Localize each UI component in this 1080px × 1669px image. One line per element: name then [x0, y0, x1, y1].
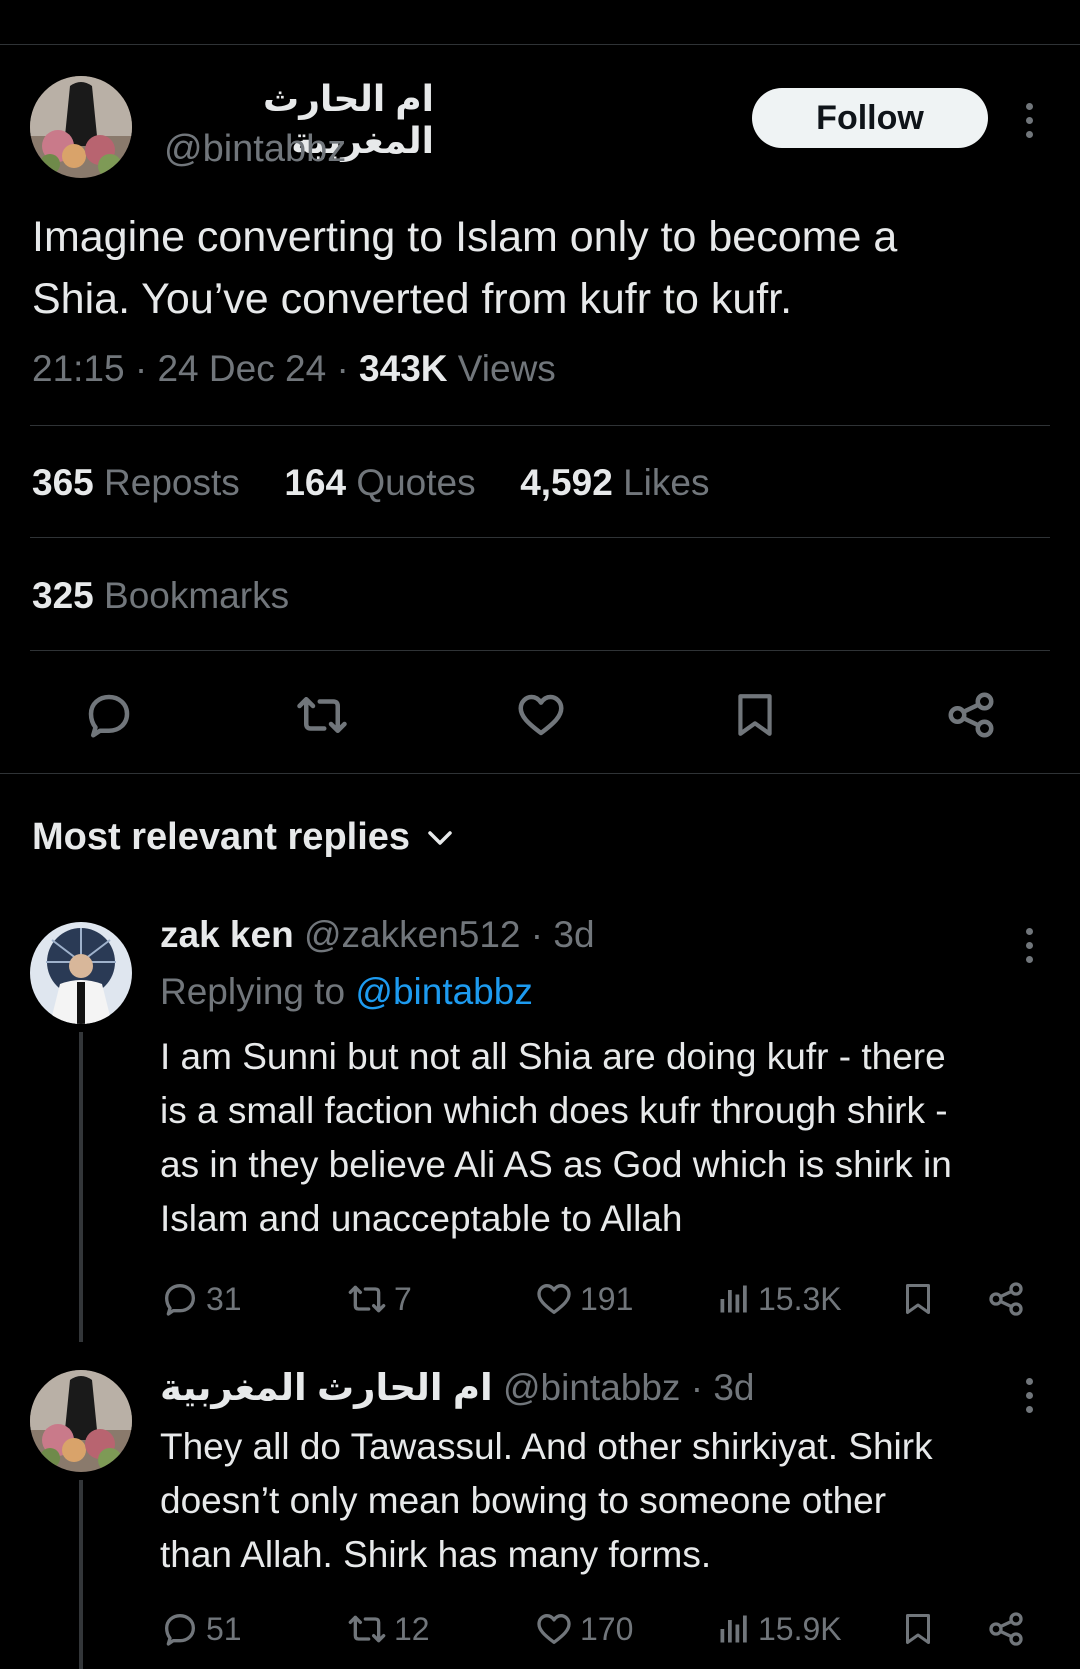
quotes-stat[interactable]: 164 Quotes	[284, 462, 475, 503]
tweet-meta: 21:15 · 24 Dec 24 · 343K Views	[32, 348, 556, 390]
reply-icon[interactable]	[82, 688, 136, 742]
tweet-time[interactable]: 21:15	[32, 348, 125, 389]
engagement-stats: 365 Reposts 164 Quotes 4,592 Likes	[32, 462, 709, 504]
reply-text-line: Islam and unacceptable to Allah	[160, 1198, 683, 1239]
reply-header: zak ken @zakken512 · 3d	[160, 914, 595, 956]
section-divider	[0, 773, 1080, 774]
likes-count: 4,592	[520, 462, 613, 503]
share-icon[interactable]	[986, 1279, 1026, 1319]
views-button[interactable]: 15.9K	[716, 1609, 842, 1649]
author-avatar[interactable]	[30, 76, 132, 178]
reply-thread-line	[79, 1480, 83, 1669]
heart-icon	[537, 1614, 571, 1644]
reply-text: They all do Tawassul. And other shirkiya…	[160, 1420, 1060, 1582]
repost-count: 12	[394, 1610, 430, 1647]
tweet-text-line: Shia. You’ve converted from kufr to kufr…	[32, 275, 793, 323]
reply-thread-line	[79, 1032, 83, 1342]
meta-separator: ·	[336, 348, 349, 389]
reply-avatar[interactable]	[30, 1370, 132, 1472]
reply-text-line: doesn’t only mean bowing to someone othe…	[160, 1480, 887, 1521]
reposts-label: Reposts	[104, 462, 240, 503]
replying-to-prefix: Replying to	[160, 971, 346, 1012]
tweet-text-line: Imagine converting to Islam only to beco…	[32, 213, 898, 261]
bookmark-icon[interactable]	[730, 688, 780, 742]
view-count: 15.9K	[758, 1610, 842, 1647]
replying-to: Replying to @bintabbz	[160, 971, 533, 1013]
replying-to-handle[interactable]: @bintabbz	[355, 971, 532, 1012]
reposts-count: 365	[32, 462, 94, 503]
reply-header: ام الحارث المغربية @bintabbz · 3d	[160, 1366, 754, 1409]
repost-count: 7	[394, 1280, 412, 1317]
tweet-date[interactable]: 24 Dec 24	[157, 348, 326, 389]
views-label: Views	[457, 348, 556, 389]
view-count: 15.3K	[758, 1280, 842, 1317]
reply-text-line: I am Sunni but not all Shia are doing ku…	[160, 1036, 946, 1077]
share-icon[interactable]	[944, 688, 998, 742]
retweet-icon[interactable]	[294, 688, 350, 742]
reply-text-line: as in they believe Ali AS as God which i…	[160, 1144, 952, 1185]
reply-button[interactable]: 51	[160, 1609, 242, 1649]
retweet-icon	[348, 1285, 386, 1313]
views-count: 343K	[359, 348, 448, 389]
share-icon[interactable]	[986, 1609, 1026, 1649]
bookmarks-label: Bookmarks	[104, 575, 290, 616]
repost-button[interactable]: 12	[346, 1609, 430, 1649]
divider	[30, 650, 1050, 651]
likes-label: Likes	[623, 462, 710, 503]
meta-separator: ·	[134, 348, 148, 389]
top-divider	[0, 44, 1080, 45]
divider	[30, 537, 1050, 538]
bookmarks-stat[interactable]: 325 Bookmarks	[32, 575, 289, 617]
reply-count: 31	[206, 1280, 242, 1317]
reply-icon	[165, 1284, 195, 1316]
reply-text-line: They all do Tawassul. And other shirkiya…	[160, 1426, 933, 1467]
likes-stat[interactable]: 4,592 Likes	[520, 462, 709, 503]
reply-text-line: than Allah. Shirk has many forms.	[160, 1534, 712, 1575]
reply-display-name[interactable]: ام الحارث المغربية	[160, 1367, 493, 1408]
bookmark-icon[interactable]	[900, 1608, 936, 1650]
more-options-icon[interactable]	[1014, 103, 1044, 138]
reply-time[interactable]: · 3d	[531, 914, 595, 955]
views-button[interactable]: 15.3K	[716, 1279, 842, 1319]
heart-icon	[537, 1284, 571, 1314]
reply-display-name[interactable]: zak ken	[160, 914, 294, 955]
reply-handle[interactable]: @bintabbz	[503, 1367, 680, 1408]
reply-more-options-icon[interactable]	[1014, 928, 1044, 963]
retweet-icon	[348, 1615, 386, 1643]
reply-text: I am Sunni but not all Shia are doing ku…	[160, 1030, 1060, 1246]
like-button[interactable]: 191	[534, 1279, 633, 1319]
reply-text-line: is a small faction which does kufr throu…	[160, 1090, 948, 1131]
author-handle[interactable]: @bintabbz	[164, 128, 346, 171]
heart-icon[interactable]	[514, 688, 568, 742]
reply-time[interactable]: · 3d	[691, 1367, 755, 1408]
reply-handle[interactable]: @zakken512	[304, 914, 521, 955]
like-count: 170	[580, 1610, 634, 1647]
reply-count: 51	[206, 1610, 242, 1647]
like-count: 191	[580, 1280, 634, 1317]
replies-sort-selector[interactable]: Most relevant replies	[32, 816, 454, 859]
repost-button[interactable]: 7	[346, 1279, 412, 1319]
views-chart-icon	[720, 1615, 747, 1643]
divider	[30, 425, 1050, 426]
reply-avatar[interactable]	[30, 922, 132, 1024]
reply-more-options-icon[interactable]	[1014, 1378, 1044, 1413]
quotes-label: Quotes	[356, 462, 476, 503]
replies-sort-label: Most relevant replies	[32, 816, 411, 858]
reply-button[interactable]: 31	[160, 1279, 242, 1319]
reply-actions: 51 12 170 15.9K	[160, 1606, 1040, 1652]
reply-icon	[165, 1614, 195, 1646]
follow-button[interactable]: Follow	[752, 88, 988, 148]
reposts-stat[interactable]: 365 Reposts	[32, 462, 240, 503]
quotes-count: 164	[284, 462, 347, 503]
chevron-down-icon	[428, 830, 452, 845]
bookmarks-count: 325	[32, 575, 94, 616]
views-chart-icon	[720, 1285, 747, 1313]
bookmark-icon[interactable]	[900, 1278, 936, 1320]
reply-actions: 31 7 191 15.3K	[160, 1276, 1040, 1322]
tweet-text: Imagine converting to Islam only to beco…	[32, 206, 1062, 330]
like-button[interactable]: 170	[534, 1609, 633, 1649]
